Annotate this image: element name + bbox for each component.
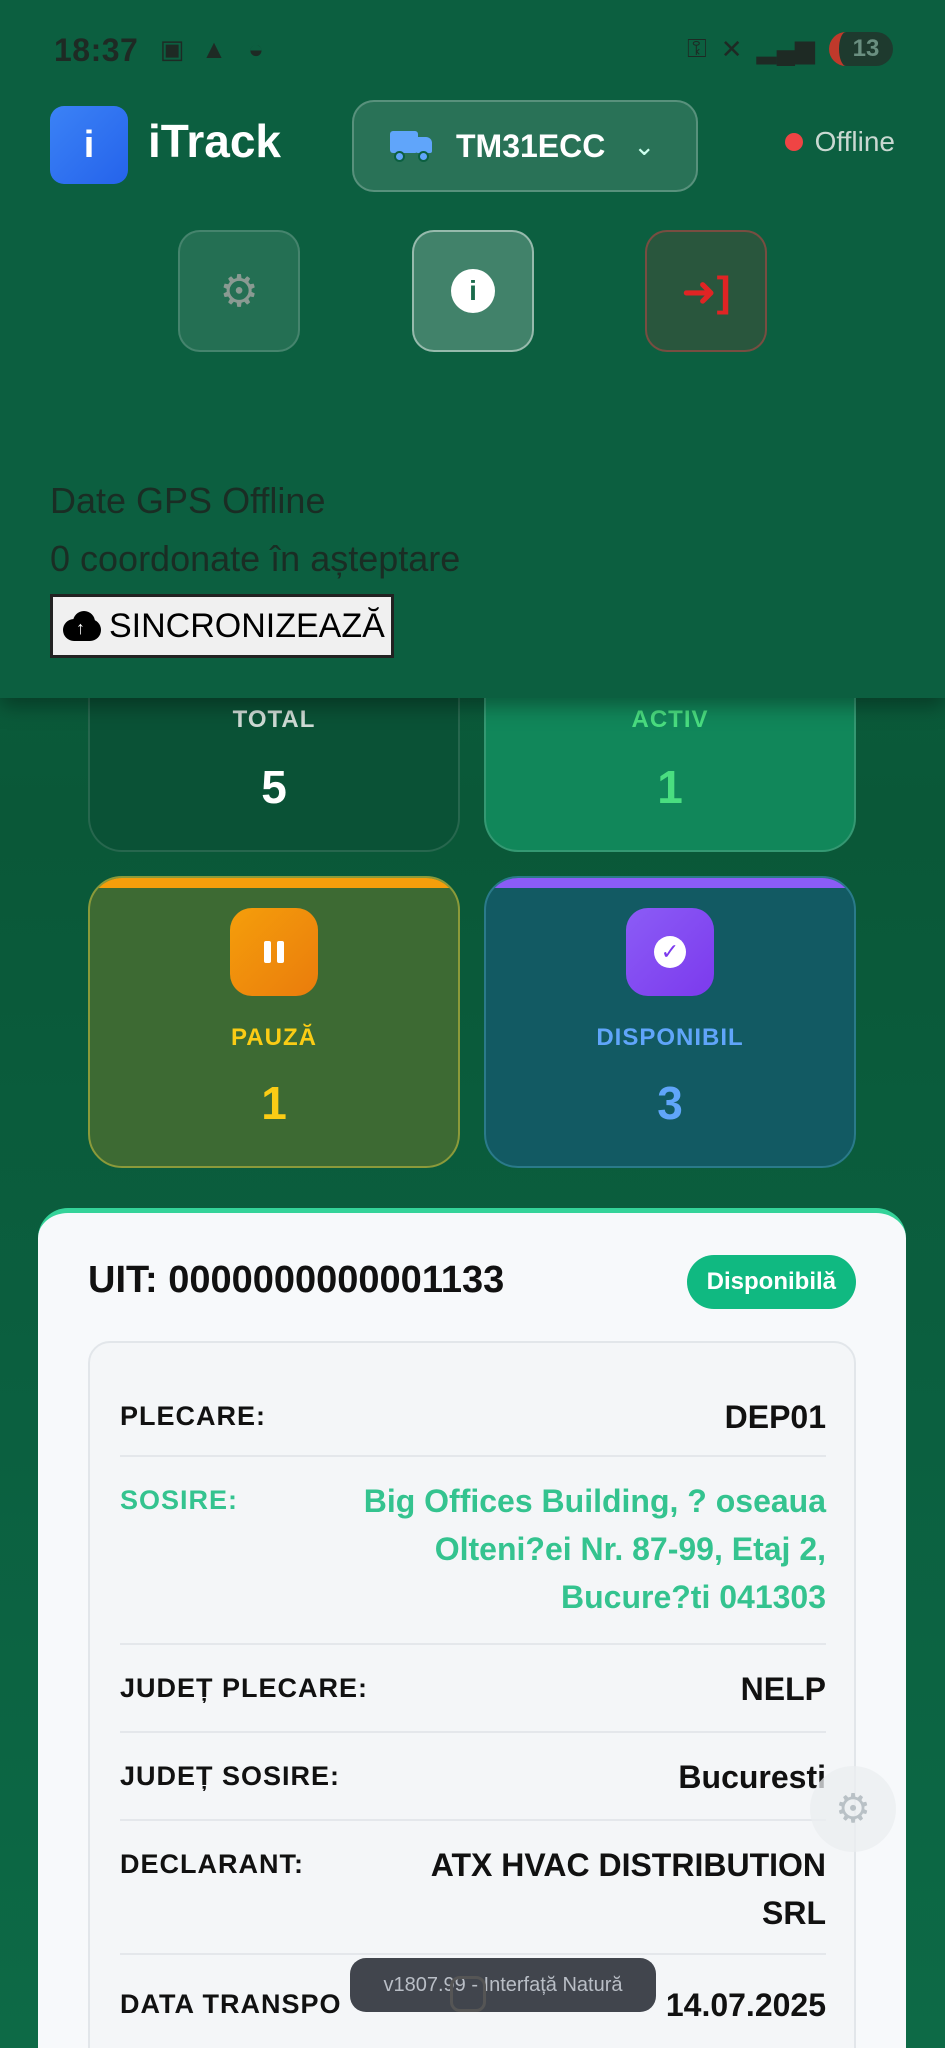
- mountain-icon: ▲: [201, 34, 227, 64]
- detail-key: PLECARE:: [120, 1401, 267, 1431]
- gps-pending-count: 0 coordonate în așteptare: [50, 538, 461, 579]
- battery-icon: 13: [829, 32, 893, 66]
- cloud-upload-icon: ↑: [59, 609, 105, 643]
- vehicle-selector[interactable]: TM31ECC ⌄: [352, 100, 698, 192]
- floating-settings-button[interactable]: ⚙: [810, 1766, 896, 1852]
- key-icon: ⚿: [686, 33, 707, 63]
- detail-key: DECLARANT:: [120, 1849, 304, 1879]
- stat-label: DISPONIBIL: [596, 1024, 744, 1051]
- detail-row: PLECARE: DEP01: [120, 1367, 826, 1457]
- gear-icon: ⚙: [835, 1787, 871, 1831]
- mute-icon: ✕: [720, 33, 743, 64]
- status-bar: 18:37 ▣ ▲ ◒ ⚿ ✕ ▂▄▆ 13: [0, 0, 945, 100]
- detail-row: JUDEȚ SOSIRE: Bucuresti: [120, 1733, 826, 1821]
- stat-label: ACTIV: [631, 706, 709, 733]
- detail-row: JUDEȚ PLECARE: NELP: [120, 1645, 826, 1733]
- detail-key: JUDEȚ SOSIRE:: [120, 1761, 341, 1791]
- vehicle-number: TM31ECC: [456, 127, 606, 164]
- detail-value: Bucuresti: [678, 1759, 826, 1795]
- stat-value: 1: [261, 1077, 287, 1129]
- detail-key: DATA TRANSPO: [120, 1989, 342, 2019]
- screenshot-icon: ▣: [159, 34, 185, 64]
- truck-icon: [390, 131, 434, 162]
- version-toast: v1807.99 - Interfață Natură: [350, 1958, 656, 2012]
- detail-row: DECLARANT: ATX HVAC DISTRIBUTION SRL: [120, 1821, 826, 1955]
- logout-button[interactable]: ➜]: [645, 230, 767, 352]
- detail-value: Big Offices Building, ? oseaua Olteni?ei…: [363, 1483, 826, 1615]
- stat-value: 5: [261, 761, 287, 813]
- sync-label: SINCRONIZEAZĂ: [109, 606, 385, 645]
- logout-icon: ➜]: [681, 267, 731, 315]
- stat-label: TOTAL: [232, 706, 316, 733]
- stat-card-pauza[interactable]: PAUZĂ 1: [88, 876, 460, 1168]
- course-card[interactable]: UIT: 0000000000001133 Disponibilă PLECAR…: [38, 1208, 906, 2048]
- stat-label: PAUZĂ: [231, 1024, 317, 1051]
- connection-status: Offline: [784, 126, 895, 158]
- pause-icon: [230, 908, 318, 996]
- bowl-icon: ◒: [248, 34, 264, 64]
- app-header: 18:37 ▣ ▲ ◒ ⚿ ✕ ▂▄▆ 13 i iTrack TM31ECC …: [0, 0, 945, 698]
- stat-value: 1: [657, 761, 683, 813]
- sync-button[interactable]: ↑ SINCRONIZEAZĂ: [50, 594, 394, 658]
- settings-button[interactable]: ⚙: [178, 230, 300, 352]
- chevron-down-icon: ⌄: [633, 130, 656, 161]
- info-icon: i: [451, 269, 495, 313]
- signal-icon: ▂▄▆: [756, 33, 815, 64]
- connection-label: Offline: [814, 126, 895, 157]
- app-title: iTrack: [148, 115, 281, 167]
- check-circle-icon: ✓: [626, 908, 714, 996]
- offline-dot-icon: [784, 133, 803, 151]
- info-button[interactable]: i: [412, 230, 534, 352]
- app-logo: i: [50, 106, 128, 184]
- detail-value: ATX HVAC DISTRIBUTION SRL: [430, 1847, 826, 1931]
- detail-key: SOSIRE:: [120, 1485, 239, 1515]
- course-uit: UIT: 0000000000001133: [88, 1259, 505, 1301]
- status-badge: Disponibilă: [686, 1255, 856, 1309]
- clock: 18:37: [54, 32, 139, 68]
- gear-icon: ⚙: [219, 266, 259, 316]
- gps-offline-title: Date GPS Offline: [50, 480, 326, 521]
- home-nav-icon[interactable]: [450, 1976, 486, 2012]
- detail-row: SOSIRE: Big Offices Building, ? oseaua O…: [120, 1457, 826, 1645]
- detail-value: NELP: [740, 1671, 826, 1707]
- detail-key: JUDEȚ PLECARE:: [120, 1673, 369, 1703]
- course-details: PLECARE: DEP01 SOSIRE: Big Offices Build…: [88, 1341, 856, 2048]
- detail-value: DEP01: [724, 1399, 826, 1435]
- stat-value: 3: [657, 1077, 683, 1129]
- stat-card-disponibil[interactable]: ✓ DISPONIBIL 3: [484, 876, 856, 1168]
